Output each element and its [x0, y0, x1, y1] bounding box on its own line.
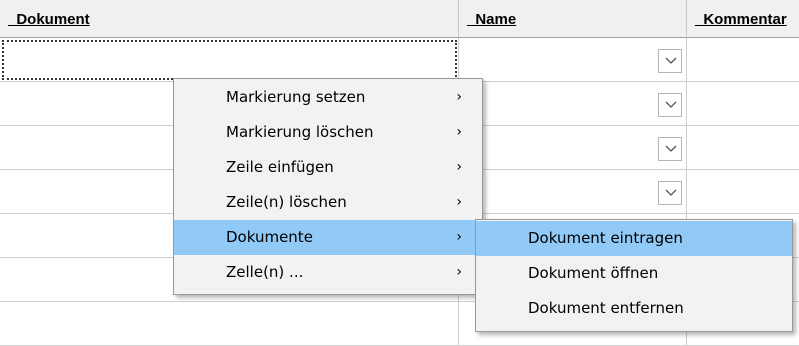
chevron-down-icon: [665, 189, 677, 196]
cell-name[interactable]: [459, 170, 687, 214]
submenu-item[interactable]: Dokument entfernen: [476, 291, 792, 326]
column-header-label: _Name: [467, 11, 517, 28]
chevron-right-icon: ›: [456, 229, 462, 245]
menu-item-label: Markierung löschen: [226, 123, 374, 141]
context-menu: Markierung setzen › Markierung löschen › Zei…: [173, 78, 483, 295]
chevron-down-icon: [665, 101, 677, 108]
submenu-item[interactable]: Dokument öffnen: [476, 256, 792, 291]
chevron-down-icon: [665, 57, 677, 64]
menu-item-label: Dokument eintragen: [528, 229, 683, 247]
cell-name[interactable]: [459, 126, 687, 170]
cell-kommentar[interactable]: [687, 170, 799, 214]
cell-kommentar[interactable]: [687, 38, 799, 82]
combo-dropdown-button[interactable]: [658, 181, 682, 205]
cell-dokument[interactable]: [0, 38, 459, 82]
table-row: [0, 38, 799, 82]
cell-name[interactable]: [459, 38, 687, 82]
chevron-right-icon: ›: [456, 264, 462, 280]
chevron-right-icon: ›: [456, 89, 462, 105]
cell-dokument[interactable]: [0, 302, 459, 346]
documents-submenu: Dokument eintragen Dokument öffnen Dokumen…: [475, 219, 793, 332]
context-menu-item[interactable]: Markierung löschen ›: [174, 115, 482, 150]
menu-item-label: Zelle(n) ...: [226, 263, 304, 281]
column-header-kommentar[interactable]: _Kommentar: [687, 0, 799, 38]
column-header-dokument[interactable]: _Dokument: [0, 0, 459, 38]
chevron-down-icon: [665, 145, 677, 152]
menu-item-label: Dokumente: [226, 228, 313, 246]
context-menu-item[interactable]: Zelle(n) ... ›: [174, 255, 482, 290]
context-menu-item[interactable]: Zeile einfügen ›: [174, 150, 482, 185]
menu-item-label: Dokument öffnen: [528, 264, 659, 282]
menu-item-label: Zeile einfügen: [226, 158, 334, 176]
context-menu-item[interactable]: Markierung setzen ›: [174, 80, 482, 115]
submenu-item[interactable]: Dokument eintragen: [476, 221, 792, 256]
chevron-right-icon: ›: [456, 124, 462, 140]
combo-dropdown-button[interactable]: [658, 49, 682, 73]
context-menu-item[interactable]: Dokumente ›: [174, 220, 482, 255]
cell-name[interactable]: [459, 82, 687, 126]
column-header-label: _Dokument: [8, 11, 90, 28]
context-menu-item[interactable]: Zeile(n) löschen ›: [174, 185, 482, 220]
column-header-label: _Kommentar: [695, 11, 787, 28]
column-header-name[interactable]: _Name: [459, 0, 687, 38]
menu-item-label: Zeile(n) löschen: [226, 193, 347, 211]
cell-kommentar[interactable]: [687, 82, 799, 126]
chevron-right-icon: ›: [456, 159, 462, 175]
chevron-right-icon: ›: [456, 194, 462, 210]
combo-dropdown-button[interactable]: [658, 137, 682, 161]
menu-item-label: Markierung setzen: [226, 88, 366, 106]
menu-item-label: Dokument entfernen: [528, 299, 684, 317]
cell-kommentar[interactable]: [687, 126, 799, 170]
combo-dropdown-button[interactable]: [658, 93, 682, 117]
